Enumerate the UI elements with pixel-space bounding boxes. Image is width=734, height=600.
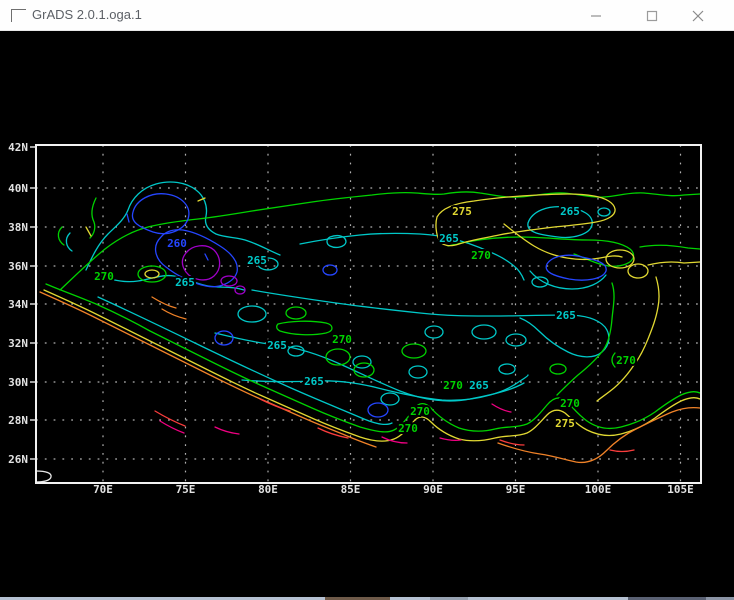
x-tick-label: 75E	[176, 483, 196, 496]
contour-label-270: 270	[471, 249, 491, 262]
contour-label-270: 270	[443, 379, 463, 392]
x-tick-label: 105E	[667, 483, 694, 496]
grads-canvas: 275 265 265 270 260 265 270 265 265 270 265 270 265 2…	[0, 31, 734, 600]
minimize-icon	[590, 10, 602, 22]
contour-label-275: 275	[452, 205, 472, 218]
y-tick-label: 36N	[8, 260, 28, 273]
contour-label-265: 265	[304, 375, 324, 388]
x-tick-label: 80E	[258, 483, 278, 496]
x-tick-label: 100E	[585, 483, 612, 496]
maximize-button[interactable]	[629, 0, 674, 31]
y-tick-label: 28N	[8, 414, 28, 427]
contour-label-265: 265	[267, 339, 287, 352]
y-tick-label: 40N	[8, 182, 28, 195]
contour-label-270: 270	[616, 354, 636, 367]
contour-label-270: 270	[398, 422, 418, 435]
contour-label-270: 270	[94, 270, 114, 283]
y-tick-label: 42N	[8, 141, 28, 154]
x-tick-label: 85E	[341, 483, 361, 496]
contour-label-270: 270	[410, 405, 430, 418]
close-icon	[692, 10, 704, 22]
contours-290	[160, 404, 511, 443]
grads-app-icon	[11, 9, 26, 22]
contour-label-265: 265	[247, 254, 267, 267]
titlebar[interactable]: GrADS 2.0.1.oga.1	[0, 0, 734, 31]
x-tick-label: 70E	[93, 483, 113, 496]
contour-label-265: 265	[556, 309, 576, 322]
contour-label-265: 265	[175, 276, 195, 289]
contour-label-265: 265	[560, 205, 580, 218]
x-tick-label: 90E	[423, 483, 443, 496]
y-tick-label: 38N	[8, 221, 28, 234]
contour-label-265: 265	[439, 232, 459, 245]
contours-265	[66, 182, 610, 424]
grads-window: { "window": { "title": "GrADS 2.0.1.oga.…	[0, 0, 734, 600]
contour-label-270: 270	[332, 333, 352, 346]
minimize-button[interactable]	[573, 0, 618, 31]
y-tick-label: 26N	[8, 453, 28, 466]
contour-label-260: 260	[167, 237, 187, 250]
contour-label-270: 270	[560, 397, 580, 410]
y-tick-label: 34N	[8, 298, 28, 311]
contour-labels: 275 265 265 270 260 265 270 265 265 270 265 270 265 2…	[94, 205, 636, 435]
contour-label-275: 275	[555, 417, 575, 430]
y-tick-label: 32N	[8, 337, 28, 350]
maximize-icon	[646, 10, 658, 22]
y-tick-label: 30N	[8, 376, 28, 389]
close-button[interactable]	[675, 0, 720, 31]
x-tick-label: 95E	[506, 483, 526, 496]
contour-plot: 275 265 265 270 260 265 270 265 265 270 265 270 265 2…	[0, 31, 734, 600]
coastline	[36, 471, 51, 482]
contours-260	[127, 194, 606, 417]
contour-label-265: 265	[469, 379, 489, 392]
window-title: GrADS 2.0.1.oga.1	[32, 7, 142, 22]
